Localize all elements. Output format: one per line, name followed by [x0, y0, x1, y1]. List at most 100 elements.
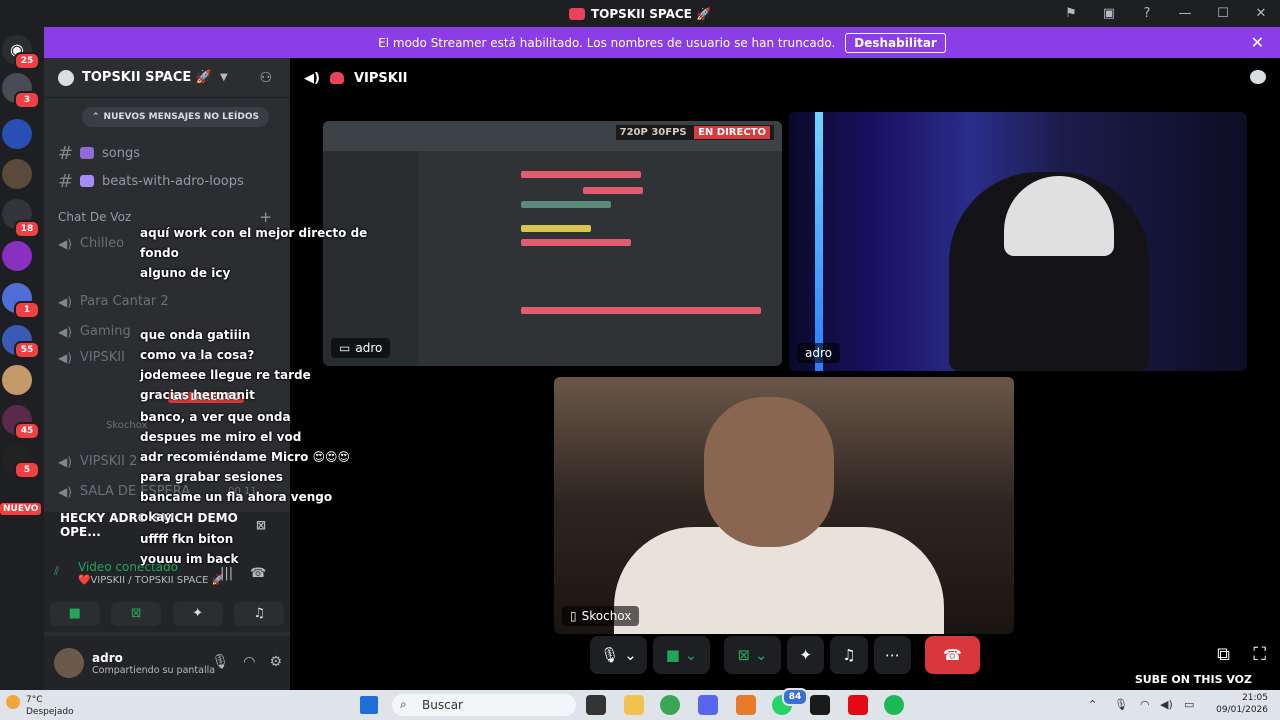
server-icon[interactable]: [2, 159, 32, 189]
screen-share-button[interactable]: ⊠ ⌄: [723, 636, 781, 674]
streamer-mode-banner: El modo Streamer está habilitado. Los no…: [44, 27, 1280, 58]
soundboard-button[interactable]: ♫: [234, 602, 285, 626]
window-title-text: TOPSKII SPACE 🚀: [591, 6, 711, 21]
clock[interactable]: 21:05 09/01/2026: [1216, 692, 1268, 716]
badge-server: 45: [14, 422, 40, 440]
app-icon[interactable]: [810, 695, 830, 715]
screen-share-button[interactable]: ⊠: [111, 602, 162, 626]
avatar[interactable]: [54, 648, 84, 678]
soundboard-button[interactable]: ♫: [830, 636, 868, 674]
windows-start-icon[interactable]: [360, 696, 378, 714]
speaker-icon: ◀): [304, 70, 320, 86]
screen-share-tile[interactable]: 720P 30FPS EN DIRECTO ▭ adro: [323, 121, 782, 366]
server-icon[interactable]: [2, 241, 32, 271]
camera-tile[interactable]: ▯ Skochox: [554, 377, 1014, 634]
banner-text: El modo Streamer está habilitado. Los no…: [378, 35, 836, 50]
new-messages-pill[interactable]: ⌃ NUEVOS MENSAJES NO LEÍDOS: [82, 107, 269, 127]
server-icon-topskii[interactable]: [2, 119, 32, 149]
taskbar-search[interactable]: ⌕ Buscar: [392, 694, 576, 716]
more-button[interactable]: ⋯: [873, 636, 911, 674]
close-banner-icon[interactable]: ✕: [1251, 33, 1264, 52]
signal-icon[interactable]: ⫽: [54, 564, 59, 579]
volume-icon[interactable]: ◀): [1160, 698, 1173, 711]
inbox-flag-icon[interactable]: ⚑: [1052, 6, 1090, 21]
daw-clip: [521, 171, 641, 178]
headphones-icon[interactable]: ◠: [243, 654, 255, 670]
stage-channel-name: VIPSKII: [353, 70, 408, 86]
voice-connection-panel: HECKY ADRO SKICH DEMO OPE... ⊠ ⫽ Video c…: [44, 511, 290, 632]
chat-text: aquí work con el mejor directo de: [140, 226, 368, 240]
invite-icon[interactable]: ⚇: [259, 70, 272, 86]
voice-category[interactable]: Chat De Voz +: [58, 208, 272, 226]
voice-channel[interactable]: ◀) VIPSKII 2: [58, 454, 137, 469]
gear-icon[interactable]: ⚙: [269, 654, 282, 670]
badge-server: 55: [14, 341, 40, 359]
disconnect-button[interactable]: ☎: [924, 636, 980, 674]
activities-button[interactable]: ✦: [172, 602, 223, 626]
channel-emoji-icon: [80, 147, 94, 159]
spotify-icon[interactable]: [884, 695, 904, 715]
chat-text: alguno de icy: [140, 266, 231, 280]
channel-beats[interactable]: # beats-with-adro-loops: [58, 169, 244, 193]
close-activity-icon[interactable]: ⊠: [256, 518, 266, 532]
chevron-up-icon[interactable]: ⌃: [1088, 698, 1097, 711]
add-channel-icon[interactable]: +: [259, 208, 272, 226]
fl-studio-icon[interactable]: [736, 695, 756, 715]
chat-text: gracias hermanit: [140, 388, 255, 402]
microphone-icon[interactable]: 🎙: [1114, 698, 1128, 711]
tile-label: ▭ adro: [331, 338, 391, 358]
tile-label-text: adro: [355, 341, 383, 355]
call-controls: 🎙 ⌄ ■ ⌄ ⊠ ⌄ ✦ ♫ ⋯ ☎: [590, 633, 980, 677]
disable-streamer-button[interactable]: Deshabilitar: [845, 32, 946, 53]
file-explorer-icon[interactable]: [624, 695, 644, 715]
channel-label: songs: [102, 145, 140, 161]
discord-icon[interactable]: [698, 695, 718, 715]
activities-button[interactable]: ✦: [786, 636, 825, 674]
guild-header[interactable]: TOPSKII SPACE 🚀 ▼ ⚇: [44, 58, 290, 98]
mute-button[interactable]: 🎙 ⌄: [590, 636, 647, 674]
chat-bubble-icon[interactable]: [1250, 70, 1266, 84]
battery-icon[interactable]: ▭: [1184, 698, 1194, 711]
voice-category-label: Chat De Voz: [58, 210, 132, 224]
chat-text: adr recomiéndame Micro 😍😍😍: [140, 450, 351, 464]
help-icon[interactable]: ?: [1128, 6, 1166, 21]
fullscreen-icon[interactable]: ⛶: [1253, 644, 1266, 665]
voice-channel-label: Para Cantar 2: [79, 294, 169, 309]
badge-home: 25: [14, 52, 40, 70]
close-window-icon[interactable]: ✕: [1242, 6, 1280, 21]
chevron-up-icon: ⌃: [92, 112, 100, 122]
voice-channel[interactable]: ◀) Chilleo: [58, 236, 124, 251]
wifi-icon[interactable]: ◠: [1140, 698, 1150, 711]
tile-label: adro: [797, 343, 840, 363]
camera-button[interactable]: ■ ⌄: [652, 636, 710, 674]
maximize-icon[interactable]: ☐: [1204, 6, 1242, 21]
voice-channel[interactable]: ◀) Gaming: [58, 324, 131, 339]
chat-text: como va la cosa?: [140, 348, 255, 362]
camera-tile[interactable]: adro: [789, 112, 1247, 371]
chat-text: despues me miro el vod: [140, 430, 302, 444]
minimize-icon[interactable]: —: [1166, 6, 1204, 21]
microphone-icon[interactable]: 🎙: [211, 654, 229, 670]
channel-songs[interactable]: # songs: [58, 141, 140, 165]
pop-out-icon[interactable]: ⧉: [1217, 644, 1230, 665]
camera-button[interactable]: ■: [49, 602, 100, 626]
user-info[interactable]: adro Compartiendo su pantalla: [84, 651, 215, 676]
search-placeholder: Buscar: [422, 698, 463, 712]
chat-text: para grabar sesiones: [140, 470, 283, 484]
voice-stage: ◀) VIPSKII 720P 30FPS EN DIRECTO ▭ adro a…: [290, 58, 1280, 690]
weather-temp: 7°C: [26, 695, 43, 705]
task-view-icon[interactable]: [586, 695, 606, 715]
noise-suppression-icon[interactable]: |||: [220, 566, 233, 581]
inbox-icon[interactable]: ▣: [1090, 6, 1128, 21]
chat-text: uffff fkn biton: [140, 532, 234, 546]
new-messages-text: NUEVOS MENSAJES NO LEÍDOS: [103, 112, 259, 122]
disconnect-icon[interactable]: ☎: [250, 566, 266, 581]
window-title: TOPSKII SPACE 🚀: [569, 7, 711, 21]
netflix-icon[interactable]: [848, 695, 868, 715]
chrome-icon[interactable]: [660, 695, 680, 715]
weather-widget[interactable]: 7°C Despejado: [26, 694, 74, 718]
voice-channel[interactable]: ◀) Para Cantar 2: [58, 294, 169, 309]
chat-text: que onda gatiiin: [140, 328, 251, 342]
clock-time: 21:05: [1242, 693, 1268, 703]
server-icon[interactable]: [2, 365, 32, 395]
